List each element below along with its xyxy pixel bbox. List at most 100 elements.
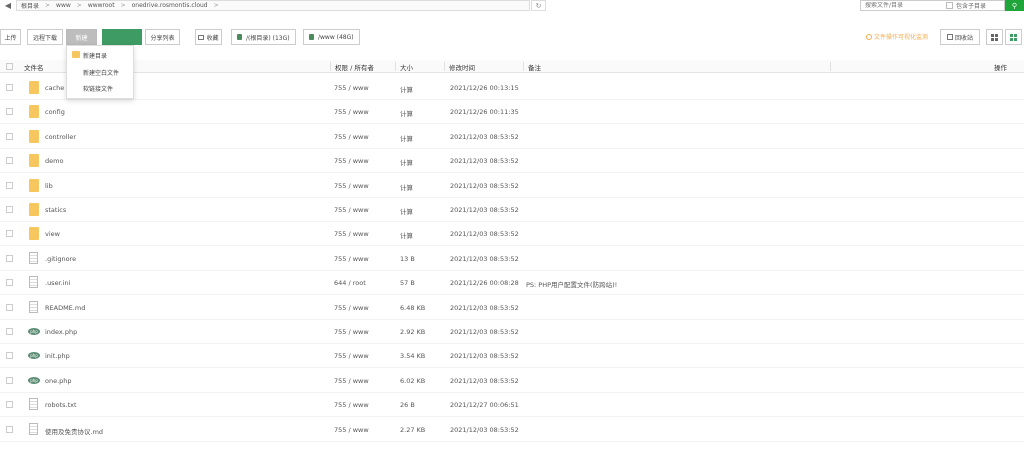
table-header: 文件名 权限 / 所有者 大小 修改时间 备注 操作 [0,60,1024,73]
table-row[interactable]: php init.php 755 / www 3.54 KB 2021/12/03 08… [0,344,1024,369]
file-name[interactable]: 使用及免责协议.md [45,426,103,436]
table-row[interactable]: php one.php 755 / www 6.02 KB 2021/12/03 08:… [0,369,1024,393]
table-row[interactable]: robots.txt 755 / www 26 B 2021/12/27 00:06:… [0,393,1024,418]
column-divider [330,62,331,71]
row-checkbox[interactable] [6,376,13,384]
col-filename[interactable]: 文件名 [24,62,44,72]
back-icon[interactable]: ◀ [2,0,14,10]
file-size[interactable]: 计算 [400,157,413,167]
file-size[interactable]: 2.92 KB [400,328,425,336]
file-name[interactable]: .user.ini [45,279,70,287]
table-row[interactable]: cache 755 / www 计算 2021/12/26 00:13:15 [0,76,1024,100]
refresh-icon[interactable]: ↻ [531,0,546,11]
table-row[interactable]: .gitignore 755 / www 13 B 2021/12/03 08:53:… [0,247,1024,271]
row-checkbox[interactable] [6,303,13,311]
remote-download-button[interactable]: 远程下载 [27,29,63,45]
file-size[interactable]: 计算 [400,230,413,240]
table-row[interactable]: README.md 755 / www 6.48 KB 2021/12/03 08:5… [0,296,1024,320]
file-size[interactable]: 计算 [400,84,413,94]
file-name[interactable]: controller [45,133,76,141]
breadcrumb[interactable]: 根目录 > www > wwwroot > onedrive.rosmontis… [16,0,530,11]
file-size[interactable]: 计算 [400,182,413,192]
search-button[interactable]: ⚲ [1005,0,1024,11]
file-name[interactable]: one.php [45,377,72,385]
file-name[interactable]: .gitignore [45,255,76,263]
favorites-button[interactable]: 收藏 [195,29,222,45]
file-size[interactable]: 57 B [400,279,415,287]
file-permission: 755 / www [334,230,369,239]
table-row[interactable]: config 755 / www 计算 2021/12/26 00:11:35 [0,100,1024,125]
disk-www-button[interactable]: /www (48G) [303,29,360,45]
file-modified-time: 2021/12/03 08:53:52 [450,328,519,336]
row-checkbox[interactable] [6,157,13,165]
php-file-icon: php [28,374,40,384]
include-subdir-checkbox[interactable]: 包含子目录 [946,1,986,10]
table-row[interactable]: controller 755 / www 计算 2021/12/03 08:53:52 [0,125,1024,149]
row-checkbox[interactable] [6,279,13,287]
row-checkbox[interactable] [6,352,13,360]
row-checkbox[interactable] [6,401,13,409]
file-size[interactable]: 6.48 KB [400,304,425,312]
col-size[interactable]: 大小 [400,62,413,72]
file-name[interactable]: statics [45,206,66,214]
file-size[interactable]: 26 B [400,401,415,409]
file-size[interactable]: 3.54 KB [400,352,425,360]
file-size[interactable]: 2.27 KB [400,426,425,434]
table-row[interactable]: .user.ini 644 / root 57 B 2021/12/26 00:08:… [0,271,1024,296]
upload-button[interactable]: 上传 [0,29,21,45]
breadcrumb-item[interactable]: onedrive.rosmontis.cloud [132,2,208,9]
row-checkbox[interactable] [6,108,13,116]
breadcrumb-item[interactable]: www [56,2,71,9]
table-row[interactable]: php index.php 755 / www 2.92 KB 2021/12/03 0… [0,320,1024,344]
select-all-checkbox[interactable] [6,63,13,70]
col-permission[interactable]: 权限 / 所有者 [335,62,374,72]
file-name[interactable]: index.php [45,328,77,336]
row-checkbox[interactable] [6,84,13,91]
menu-item-new-file[interactable]: 新建空白文件 [83,68,119,77]
file-size[interactable]: 计算 [400,108,413,118]
grid-view-button[interactable] [1005,29,1022,45]
file-name[interactable]: lib [45,182,53,190]
folder-icon [29,81,39,94]
table-row[interactable]: view 755 / www 计算 2021/12/03 08:53:52 [0,222,1024,247]
share-list-button[interactable]: 分享列表 [145,29,180,45]
table-row[interactable]: statics 755 / www 计算 2021/12/03 08:53:52 [0,198,1024,222]
file-name[interactable]: demo [45,157,63,165]
breadcrumb-item[interactable]: 根目录 [21,1,39,10]
file-size[interactable]: 6.02 KB [400,377,425,385]
file-name[interactable]: README.md [45,304,85,312]
menu-item-symlink[interactable]: 软链接文件 [83,84,113,93]
row-checkbox[interactable] [6,254,13,262]
breadcrumb-item[interactable]: wwwroot [88,2,115,9]
search-input[interactable] [861,2,946,9]
file-size[interactable]: 计算 [400,206,413,216]
highlighted-button[interactable] [102,29,142,45]
disk-root-button[interactable]: /(根目录) (13G) [231,29,296,45]
file-modified-time: 2021/12/03 08:53:52 [450,230,519,239]
file-name[interactable]: robots.txt [45,401,77,409]
file-name[interactable]: config [45,108,65,116]
file-name[interactable]: cache [45,84,64,92]
file-size[interactable]: 13 B [400,255,415,263]
file-name[interactable]: init.php [45,352,70,360]
file-size[interactable]: 计算 [400,133,413,143]
new-button[interactable]: 新建 [66,29,97,45]
table-row[interactable]: 使用及免责协议.md 755 / www 2.27 KB 2021/12/03 08:… [0,418,1024,442]
file-modified-time: 2021/12/03 08:53:52 [450,254,519,263]
row-checkbox[interactable] [6,425,13,433]
recycle-bin-button[interactable]: 回收站 [940,29,980,45]
php-file-icon: php [28,349,40,360]
file-monitor-link[interactable]: 文件操作可视化监测 [866,32,928,41]
table-row[interactable]: lib 755 / www 计算 2021/12/03 08:53:52 [0,174,1024,198]
disk-icon [309,34,314,40]
table-row[interactable]: demo 755 / www 计算 2021/12/03 08:53:52 [0,149,1024,174]
file-name[interactable]: view [45,230,60,238]
row-checkbox[interactable] [6,132,13,140]
row-checkbox[interactable] [6,230,13,238]
col-modified[interactable]: 修改时间 [449,62,475,72]
menu-item-new-folder[interactable]: 新建目录 [83,51,107,60]
row-checkbox[interactable] [6,181,13,189]
list-view-button[interactable] [986,29,1003,45]
row-checkbox[interactable] [6,206,13,213]
row-checkbox[interactable] [6,328,13,335]
